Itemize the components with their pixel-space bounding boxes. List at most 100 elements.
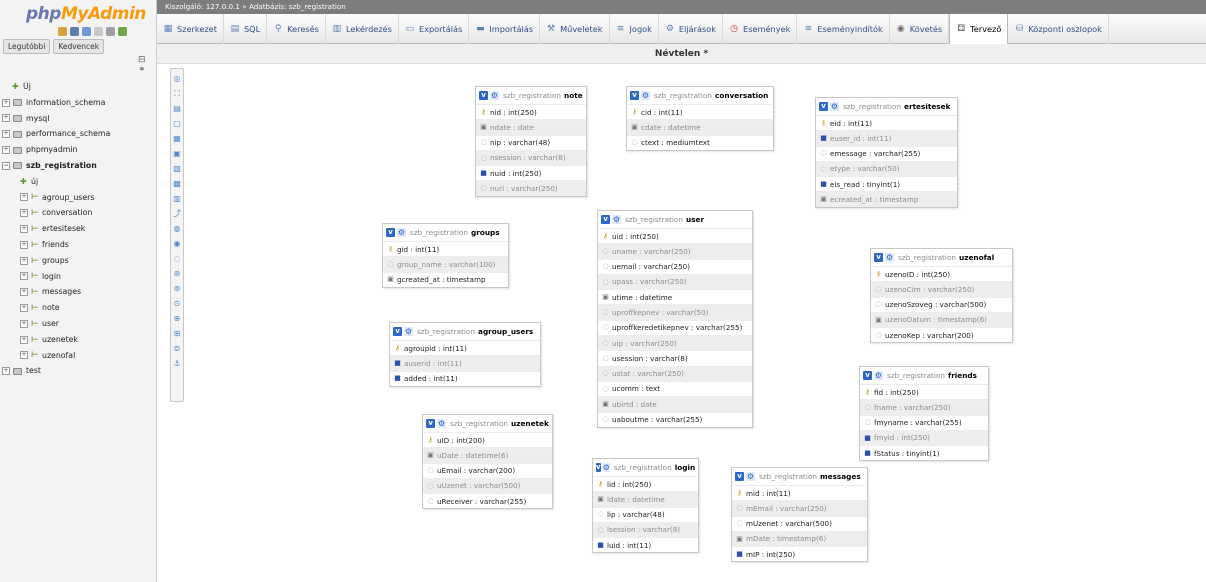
table-header[interactable]: v ⚙ szb_registration conversation: [627, 87, 773, 104]
tree-item-conversation[interactable]: + ⊢ conversation: [2, 205, 154, 221]
toggle-columns-icon[interactable]: ⚙: [830, 102, 839, 111]
small-big-all-icon[interactable]: ◉: [172, 239, 182, 249]
table-header[interactable]: v ⚙ szb_registration uzenofal: [871, 249, 1012, 266]
expand-icon[interactable]: +: [20, 272, 28, 281]
save-as-icon[interactable]: ▣: [172, 149, 182, 159]
column-row[interactable]: ▣ uDate : datetime(6): [423, 447, 552, 463]
toggle-small-big-icon[interactable]: ◌: [172, 254, 182, 264]
column-row[interactable]: ◌ uzenoKep : varchar(200): [871, 327, 1012, 342]
tab-query[interactable]: ▥ Lekérdezés: [326, 13, 399, 44]
column-row[interactable]: ■ mIP : int(250): [732, 546, 867, 561]
toggle-columns-icon[interactable]: ⚙: [404, 327, 413, 336]
table-box-messages[interactable]: v ⚙ szb_registration messages ⚷ mid : int(11)…: [731, 467, 868, 563]
column-row[interactable]: ■ eis_read : tinyint(1): [816, 176, 957, 191]
open-page-icon[interactable]: ▢: [172, 119, 182, 129]
table-header[interactable]: v ⚙ szb_registration groups: [383, 224, 508, 241]
tree-item-uzenofal[interactable]: + ⊢ uzenofal: [2, 348, 154, 364]
column-row[interactable]: ■ fStatus : tinyint(1): [860, 445, 988, 460]
show-all-icon[interactable]: ◎: [172, 74, 182, 84]
toggle-columns-icon[interactable]: ⚙: [612, 215, 621, 224]
tab-designer[interactable]: ⚃ Tervező: [949, 13, 1009, 44]
delete-page-icon[interactable]: ▧: [172, 164, 182, 174]
table-header[interactable]: v ⚙ szb_registration agroup_users: [390, 323, 540, 340]
column-row[interactable]: ▣ ndate : date: [476, 119, 586, 135]
column-row[interactable]: ◌ nip : varchar(48): [476, 134, 586, 150]
column-row[interactable]: ◌ uaboutme : varchar(255): [598, 411, 752, 427]
save-page-icon[interactable]: ▦: [172, 134, 182, 144]
toggle-columns-icon[interactable]: ⚙: [490, 91, 499, 100]
column-row[interactable]: ■ auserid : int(11): [390, 355, 540, 371]
expand-icon[interactable]: +: [20, 225, 28, 234]
export-schema-icon[interactable]: ⊛: [172, 269, 182, 279]
tab-columns[interactable]: ⛁ Központi oszlopok: [1008, 13, 1109, 44]
column-row[interactable]: ◌ uproffkeredetikepnev : varchar(255): [598, 319, 752, 335]
select-table-checkbox[interactable]: v: [819, 102, 828, 111]
toggle-columns-icon[interactable]: ⚙: [885, 253, 894, 262]
column-row[interactable]: ■ luid : int(11): [593, 537, 698, 552]
tree-item-mysql[interactable]: + mysql: [2, 111, 154, 127]
column-row[interactable]: ◌ group_name : varchar(100): [383, 256, 508, 272]
tab-privileges[interactable]: ≡ Jogok: [610, 13, 659, 44]
tree-item-agroup-users[interactable]: + ⊢ agroup_users: [2, 190, 154, 206]
tree-item-user[interactable]: + ⊢ user: [2, 316, 154, 332]
tree-item-uzenetek[interactable]: + ⊢ uzenetek: [2, 332, 154, 348]
tab-import[interactable]: ▬ Importálás: [469, 13, 541, 44]
logout-icon[interactable]: [70, 27, 79, 36]
column-row[interactable]: ⚷ uzenoID : int(250): [871, 266, 1012, 281]
table-header[interactable]: v ⚙ szb_registration note: [476, 87, 586, 104]
expand-icon[interactable]: +: [20, 209, 28, 218]
expand-icon[interactable]: +: [20, 288, 28, 297]
column-row[interactable]: ◌ uUzenet : varchar(500): [423, 477, 552, 494]
table-box-agroup-users[interactable]: v ⚙ szb_registration agroup_users ⚷ agroupid …: [389, 322, 541, 387]
column-row[interactable]: ▣ ecreated_at : timestamp: [816, 191, 957, 207]
column-row[interactable]: ◌ nsession : varchar(8): [476, 149, 586, 166]
tab-routines[interactable]: ⚙ Eljárások: [659, 13, 724, 44]
create-relation-icon[interactable]: ▥: [172, 194, 182, 204]
expand-icon[interactable]: +: [2, 130, 10, 139]
expand-icon[interactable]: +: [20, 256, 28, 265]
tab-eye[interactable]: ◉ Követés: [890, 13, 950, 44]
select-table-checkbox[interactable]: v: [426, 419, 435, 428]
tree-item-szb-registration[interactable]: − szb_registration: [2, 158, 154, 174]
column-row[interactable]: ⚷ nid : int(250): [476, 104, 586, 119]
tree-item-groups[interactable]: + ⊢ groups: [2, 253, 154, 269]
collapse-all-icon[interactable]: ⊟ ⚭: [138, 55, 156, 75]
anchor-icon[interactable]: ⚓: [172, 359, 182, 369]
select-table-checkbox[interactable]: v: [596, 463, 601, 472]
table-box-conversation[interactable]: v ⚙ szb_registration conversation ⚷ cid : int…: [626, 86, 774, 151]
toggle-columns-icon[interactable]: ⚙: [437, 419, 446, 428]
help-icon[interactable]: ⊜: [172, 344, 182, 354]
create-table-icon[interactable]: ▩: [172, 179, 182, 189]
move-menu-icon[interactable]: ⊙: [172, 299, 182, 309]
column-row[interactable]: ◌ uname : varchar(250): [598, 243, 752, 259]
column-row[interactable]: ■ nuid : int(250): [476, 165, 586, 180]
column-row[interactable]: ▣ mDate : timestamp(6): [732, 530, 867, 547]
column-row[interactable]: ⚷ uid : int(250): [598, 228, 752, 243]
table-box-user[interactable]: v ⚙ szb_registration user ⚷ uid : int(250) ◌ un…: [597, 210, 753, 428]
expand-icon[interactable]: +: [2, 98, 10, 107]
pin-text-icon[interactable]: ⊕: [172, 314, 182, 324]
column-row[interactable]: ◌ uproffkepnev : varchar(50): [598, 304, 752, 320]
table-box-login[interactable]: v ⚙ szb_registration login ⚷ lid : int(250) ▣ l…: [592, 458, 699, 554]
table-box-note[interactable]: v ⚙ szb_registration note ⚷ nid : int(250) ▣ nd…: [475, 86, 587, 197]
table-box-friends[interactable]: v ⚙ szb_registration friends ⚷ fid : int(250)…: [859, 366, 989, 462]
toggle-columns-icon[interactable]: ⚙: [641, 91, 650, 100]
table-box-uzenetek[interactable]: v ⚙ szb_registration uzenetek ⚷ uID : int(200…: [422, 414, 553, 510]
table-header[interactable]: v ⚙ szb_registration ertesitesek: [816, 98, 957, 115]
toggle-relation-lines-icon[interactable]: ⛶: [172, 89, 182, 99]
column-row[interactable]: ◌ mEmail : varchar(250): [732, 500, 867, 516]
column-row[interactable]: ◌ emessage : varchar(255): [816, 145, 957, 161]
select-table-checkbox[interactable]: v: [479, 91, 488, 100]
column-row[interactable]: ◌ ctext : mediumtext: [627, 134, 773, 150]
column-row[interactable]: ◌ uip : varchar(250): [598, 335, 752, 351]
expand-icon[interactable]: +: [20, 335, 28, 344]
toggle-columns-icon[interactable]: ⚙: [874, 371, 883, 380]
column-row[interactable]: ▣ cdate : datetime: [627, 119, 773, 135]
tree-item-note[interactable]: + ⊢ note: [2, 300, 154, 316]
tree-item-login[interactable]: + ⊢ login: [2, 269, 154, 285]
expand-icon[interactable]: +: [20, 193, 28, 202]
column-row[interactable]: ◌ fname : varchar(250): [860, 399, 988, 415]
toggle-columns-icon[interactable]: ⚙: [746, 472, 755, 481]
table-box-uzenofal[interactable]: v ⚙ szb_registration uzenofal ⚷ uzenoID : int…: [870, 248, 1013, 344]
build-query-icon[interactable]: ⊚: [172, 284, 182, 294]
